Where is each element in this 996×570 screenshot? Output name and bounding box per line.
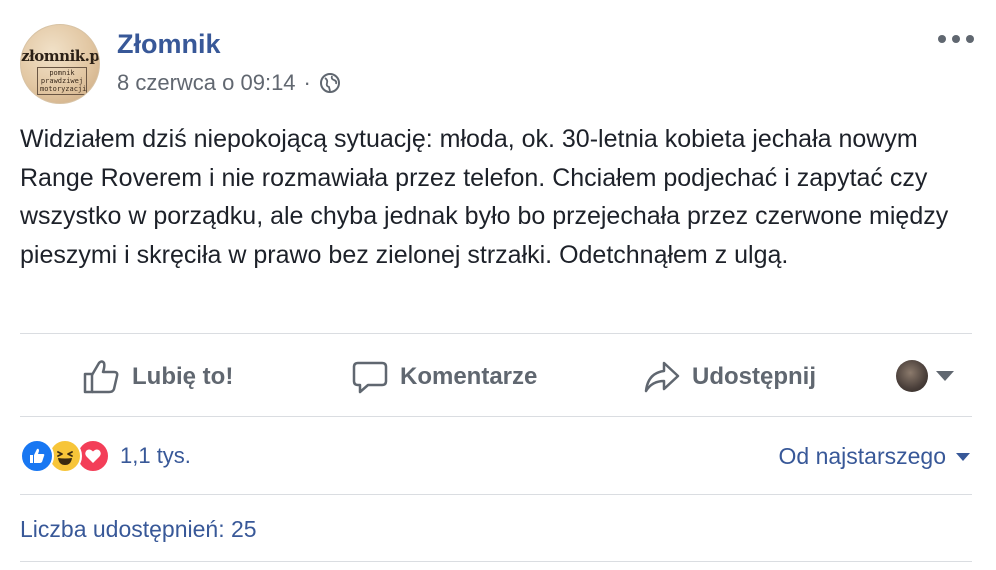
share-button[interactable]: Udostępnij — [644, 355, 816, 399]
post-text: Widziałem dziś niepokojącą sytuację: mło… — [20, 125, 949, 269]
avatar-logo-subtitle: pomnik prawdziwej motoryzacji — [37, 67, 87, 95]
reactions-summary[interactable]: 1,1 tys. — [20, 439, 191, 473]
post-timestamp[interactable]: 8 czerwca o 09:14 — [117, 70, 296, 96]
post-meta: 8 czerwca o 09:14 · — [117, 70, 341, 96]
divider-bottom — [20, 494, 972, 495]
more-dot — [938, 35, 946, 43]
divider-end — [20, 561, 972, 562]
author-name[interactable]: Złomnik — [117, 29, 221, 60]
like-label: Lubię to! — [132, 363, 234, 390]
comment-sort-label: Od najstarszego — [778, 443, 946, 469]
share-arrow-icon — [644, 361, 680, 393]
comment-sort-dropdown[interactable]: Od najstarszego — [779, 443, 970, 470]
viewer-avatar — [896, 360, 928, 392]
reactions-count[interactable]: 1,1 tys. — [120, 443, 191, 469]
like-reaction-icon — [20, 439, 54, 473]
page-avatar[interactable]: złomnik.pl pomnik prawdziwej motoryzacji — [20, 24, 100, 104]
like-button[interactable]: Lubię to! — [82, 355, 233, 399]
divider-top — [20, 333, 972, 334]
post-as-selector[interactable] — [896, 360, 954, 392]
share-label: Udostępnij — [692, 363, 816, 390]
caret-down-icon — [956, 452, 970, 461]
thumbs-up-icon — [83, 360, 119, 394]
chevron-down-icon — [936, 371, 954, 381]
more-dot — [952, 35, 960, 43]
comment-button[interactable]: Komentarze — [352, 355, 537, 399]
shares-count-link[interactable]: Liczba udostępnień: 25 — [20, 516, 257, 543]
more-dot — [966, 35, 974, 43]
meta-separator: · — [303, 70, 311, 95]
comment-icon — [352, 361, 388, 394]
comment-label: Komentarze — [400, 363, 538, 390]
avatar-logo-text: złomnik.pl — [21, 47, 100, 65]
divider-middle — [20, 416, 972, 417]
more-options-icon[interactable] — [938, 32, 974, 46]
globe-icon[interactable] — [319, 72, 341, 94]
